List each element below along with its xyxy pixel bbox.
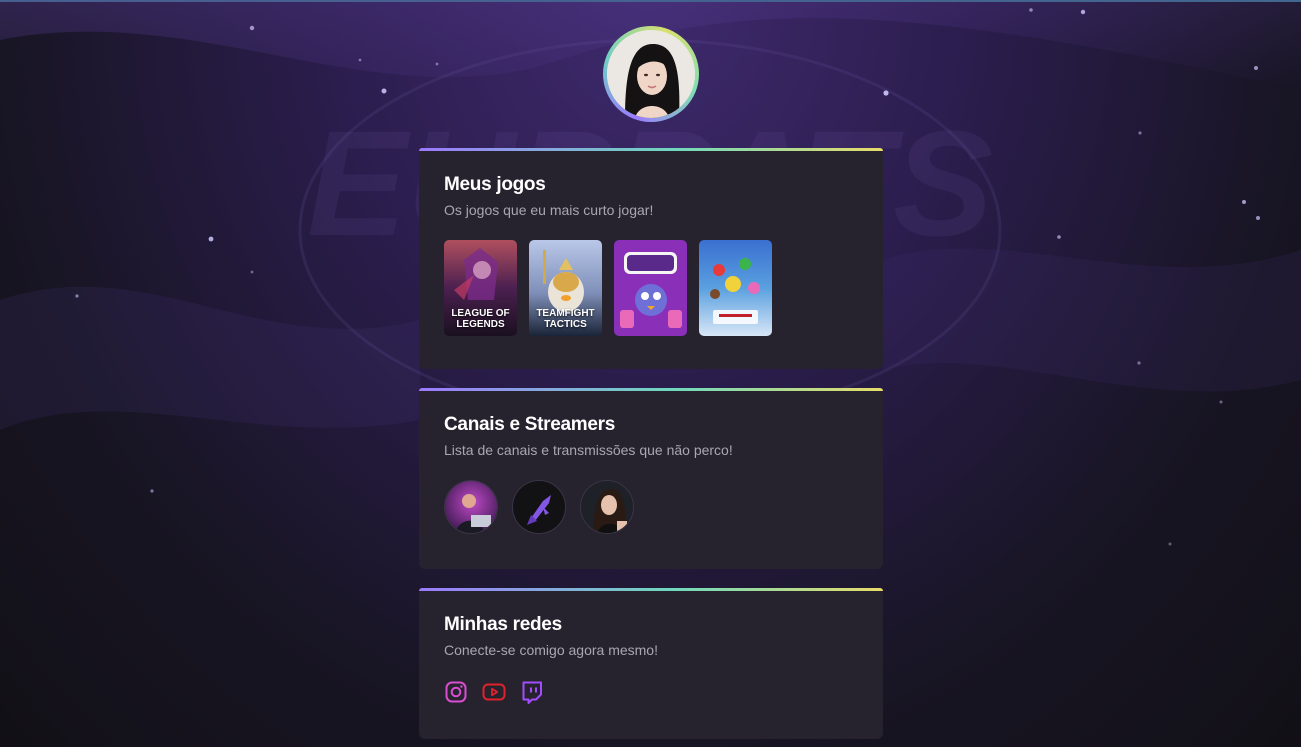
rocketseat-logo-icon: [513, 481, 565, 533]
twitch-icon: [522, 681, 542, 704]
game-gartic-phone[interactable]: [614, 240, 687, 336]
twitch-link[interactable]: [520, 680, 544, 704]
streamers-subtitle: Lista de canais e transmissões que não p…: [444, 442, 733, 458]
games-subtitle: Os jogos que eu mais curto jogar!: [444, 202, 654, 218]
game-label: TEAMFIGHT TACTICS: [536, 308, 595, 330]
games-list: LEAGUE OF LEGENDS TEAMFIGHT TACTICS: [444, 240, 858, 336]
streamers-title: Canais e Streamers: [444, 414, 615, 435]
games-card: Meus jogos Os jogos que eu mais curto jo…: [419, 148, 883, 369]
youtube-link[interactable]: [482, 680, 506, 704]
game-league-of-legends[interactable]: LEAGUE OF LEGENDS: [444, 240, 517, 336]
super-smash-bros-cover-icon: [699, 240, 772, 336]
streamers-card: Canais e Streamers Lista de canais e tra…: [419, 388, 883, 569]
game-label: LEAGUE OF LEGENDS: [451, 308, 510, 330]
socials-title: Minhas redes: [444, 614, 562, 635]
streamer-photo-icon: [581, 481, 633, 533]
streamer-avatar-3[interactable]: [580, 480, 634, 534]
profile-photo-icon: [607, 30, 695, 118]
game-super-smash-bros[interactable]: [699, 240, 772, 336]
youtube-icon: [482, 683, 506, 701]
gartic-phone-cover-icon: [614, 240, 687, 336]
instagram-icon: [445, 681, 467, 703]
streamer-avatar-1[interactable]: [444, 480, 498, 534]
streamer-photo-icon: [445, 481, 497, 533]
instagram-link[interactable]: [444, 680, 468, 704]
game-teamfight-tactics[interactable]: TEAMFIGHT TACTICS: [529, 240, 602, 336]
socials-subtitle: Conecte-se comigo agora mesmo!: [444, 642, 658, 658]
streamer-avatar-2[interactable]: [512, 480, 566, 534]
games-title: Meus jogos: [444, 174, 546, 195]
socials-card: Minhas redes Conecte-se comigo agora mes…: [419, 588, 883, 739]
socials-list: [444, 680, 858, 704]
streamers-list: [444, 480, 858, 534]
profile-avatar[interactable]: [603, 26, 699, 122]
